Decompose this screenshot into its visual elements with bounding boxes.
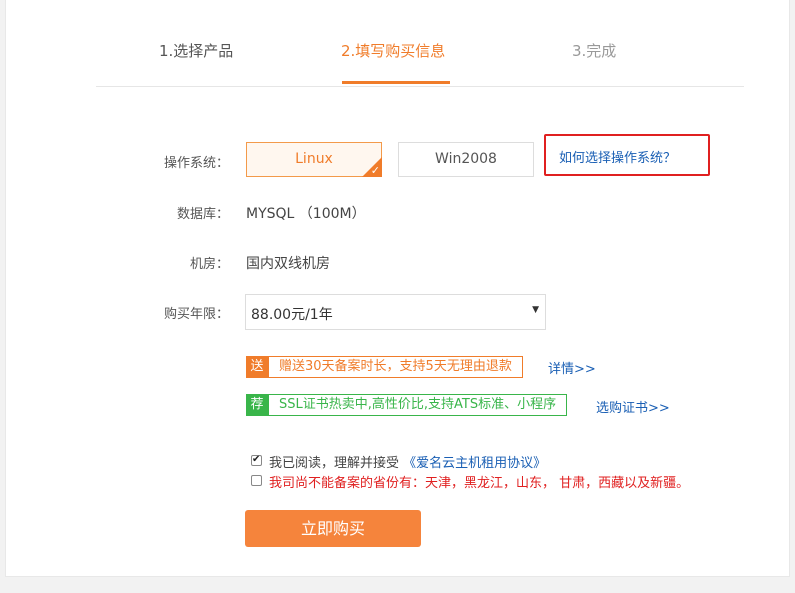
- checkmark-icon: ✔: [252, 454, 261, 465]
- promo-gift-tag: 送: [246, 356, 268, 378]
- promo-ssl-tag: 荐: [246, 394, 268, 416]
- notice-checkbox[interactable]: [251, 475, 262, 486]
- os-option-win2008-label: Win2008: [435, 151, 497, 167]
- agreement-text-label: 我已阅读，理解并接受: [269, 456, 400, 471]
- agreement-link[interactable]: 《爱名云主机租用协议》: [403, 456, 546, 471]
- step-tabs: 1.选择产品 2.填写购买信息 3.完成: [96, 0, 744, 87]
- step-fill-info[interactable]: 2.填写购买信息: [341, 40, 445, 61]
- active-step-indicator: [342, 81, 450, 84]
- os-option-win2008[interactable]: Win2008: [398, 142, 534, 177]
- os-help-link[interactable]: 如何选择操作系统？: [559, 147, 676, 166]
- promo-ssl-text: SSL证书热卖中,高性价比,支持ATS标准、小程序: [268, 394, 568, 416]
- ssl-shop-link[interactable]: 选购证书>>: [596, 397, 670, 416]
- step-select-product[interactable]: 1.选择产品: [159, 40, 233, 61]
- os-help-highlight-box: 如何选择操作系统？: [544, 134, 710, 176]
- buy-now-button[interactable]: 立即购买: [245, 510, 421, 547]
- datacenter-label: 机房：: [189, 257, 229, 272]
- database-value: MYSQL （100M）: [246, 206, 366, 222]
- term-label: 购买年限：: [163, 307, 229, 322]
- datacenter-value: 国内双线机房: [246, 256, 330, 272]
- agreement-text: 我已阅读，理解并接受 《爱名云主机租用协议》: [269, 452, 546, 471]
- step-complete: 3.完成: [572, 42, 617, 60]
- filing-notice: 我司尚不能备案的省份有：天津，黑龙江，山东， 甘肃，西藏以及新疆。: [269, 476, 690, 491]
- term-select-value: 88.00元/1年: [251, 307, 333, 323]
- caret-down-icon: ▼: [532, 305, 539, 315]
- os-option-linux[interactable]: Linux ✓: [246, 142, 382, 177]
- agreement-checkbox[interactable]: ✔: [251, 454, 262, 466]
- promo-gift-text: 赠送30天备案时长，支持5天无理由退款: [268, 356, 523, 378]
- purchase-page: 1.选择产品 2.填写购买信息 3.完成 操作系统： Linux ✓ Win20…: [5, 0, 790, 577]
- check-icon: ✓: [370, 164, 380, 177]
- os-option-linux-label: Linux: [295, 151, 333, 167]
- os-label: 操作系统：: [163, 156, 229, 171]
- database-label: 数据库：: [176, 207, 229, 222]
- term-select[interactable]: 88.00元/1年 ▼: [245, 294, 546, 330]
- promo-details-link[interactable]: 详情>>: [548, 358, 596, 377]
